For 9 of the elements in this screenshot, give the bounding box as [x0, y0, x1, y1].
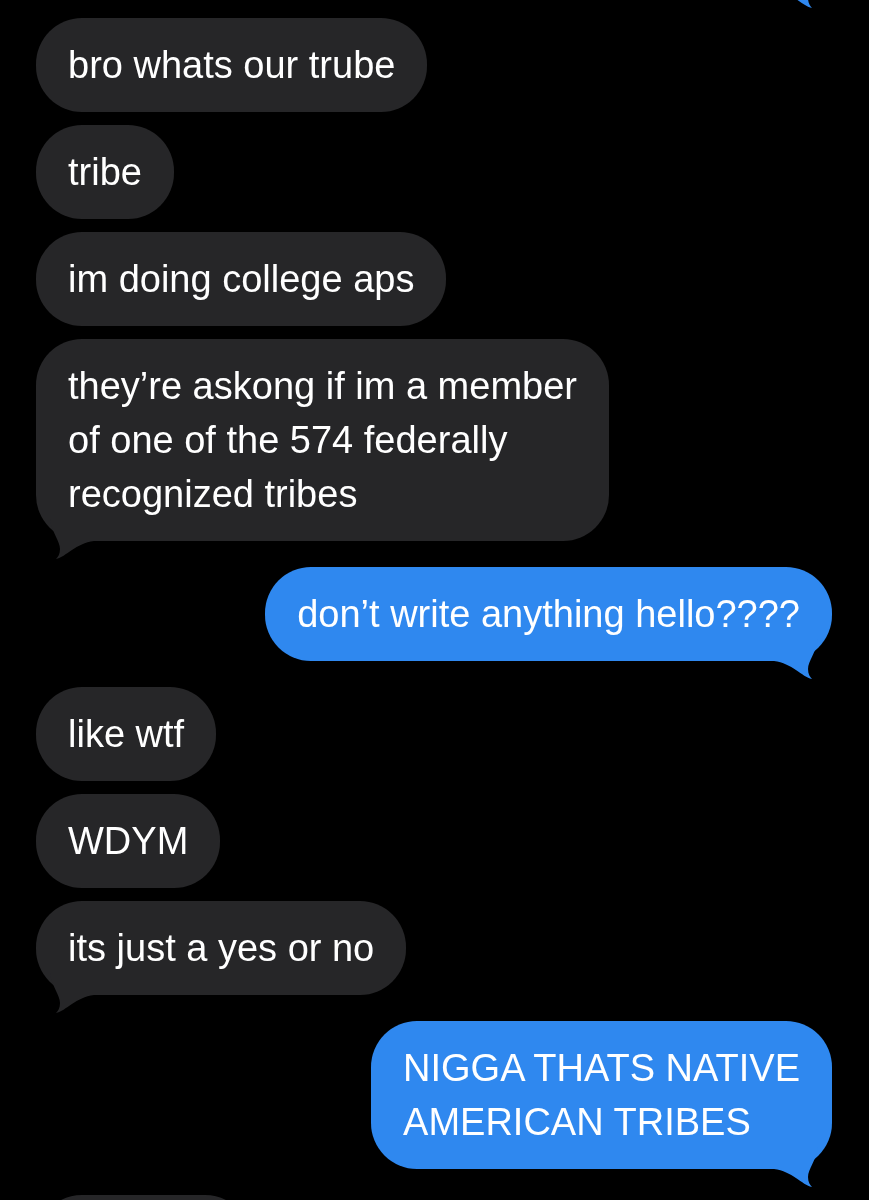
message-bubble: bro whats our trube: [36, 18, 428, 112]
message-bubble: like wtf: [36, 687, 217, 781]
message-bubble: don’t write anything hello????: [265, 567, 832, 661]
message-bubble: its just a yes or no: [36, 901, 407, 995]
message-bubble: WDYM: [36, 794, 221, 888]
message-bubble: im doing college aps: [36, 232, 447, 326]
message-bubble: they’re askong if im a member of one of the 574 federally recognized tribes: [36, 339, 609, 541]
message-bubble: tribe: [36, 125, 174, 219]
message-bubble: NIGGA THATS NATIVE AMERICAN TRIBES: [371, 1021, 832, 1169]
